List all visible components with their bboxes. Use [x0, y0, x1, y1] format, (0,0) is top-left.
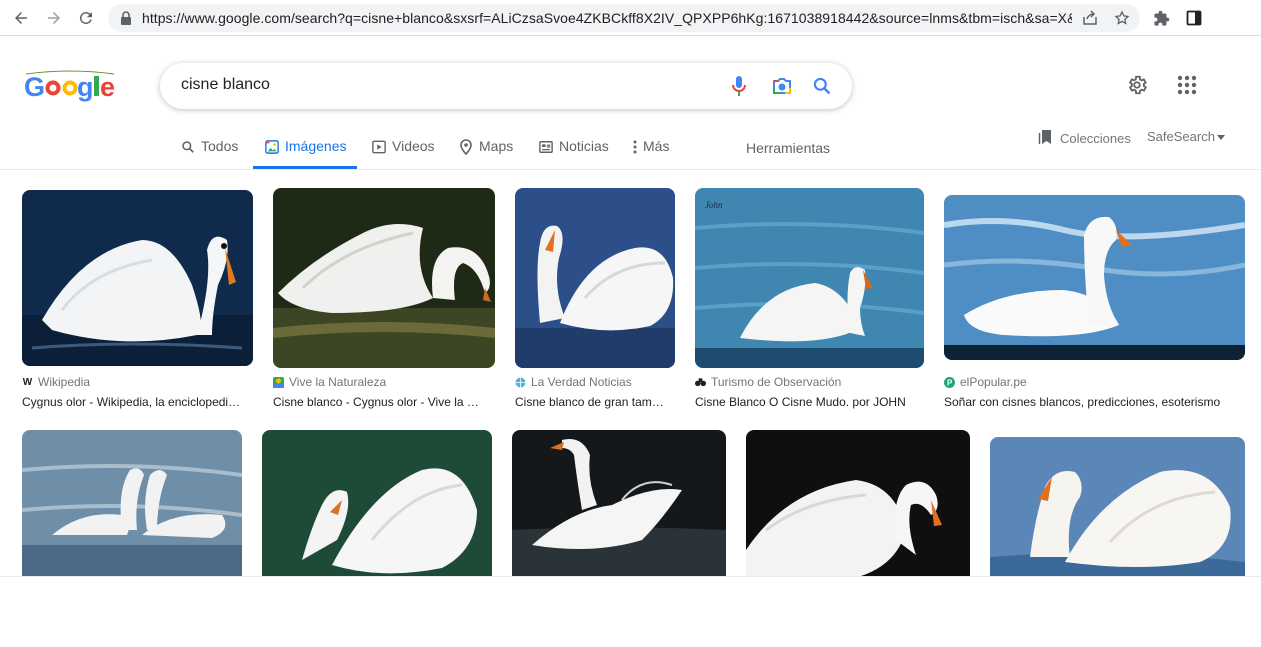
tab-label: Videos [392, 138, 435, 154]
svg-text:g: g [77, 72, 94, 102]
result-source[interactable]: W Wikipedia [22, 375, 90, 389]
result-source[interactable]: Turismo de Observación [695, 375, 841, 389]
result-thumbnail[interactable]: John [695, 188, 924, 368]
tab-label: Todos [201, 138, 239, 154]
source-label: Vive la Naturaleza [289, 375, 387, 389]
svg-text:John: John [705, 200, 723, 210]
image-result[interactable] [990, 437, 1245, 597]
bookmark-star-icon[interactable] [1112, 8, 1132, 28]
svg-text:G: G [24, 72, 45, 102]
safesearch-dropdown[interactable]: SafeSearch [1147, 129, 1225, 144]
result-thumbnail[interactable] [262, 430, 492, 590]
tab-imagenes[interactable]: Imágenes [253, 138, 358, 169]
result-source[interactable]: P elPopular.pe [944, 375, 1027, 389]
tab-videos[interactable]: Videos [371, 138, 435, 168]
result-title[interactable]: Cisne blanco - Cygnus olor - Vive la Nat… [273, 395, 487, 409]
image-result[interactable] [512, 430, 726, 590]
tab-mas[interactable]: Más [632, 138, 669, 168]
play-icon [371, 139, 387, 155]
caret-down-icon [1216, 129, 1225, 144]
source-label: Turismo de Observación [711, 375, 842, 389]
tab-noticias[interactable]: Noticias [538, 138, 609, 168]
source-label: La Verdad Noticias [531, 375, 632, 389]
image-result[interactable] [22, 430, 242, 590]
image-result[interactable] [746, 430, 970, 590]
source-label: Wikipedia [38, 375, 91, 389]
safesearch-label: SafeSearch [1147, 129, 1215, 144]
result-thumbnail[interactable] [22, 430, 242, 590]
newspaper-icon [538, 139, 554, 155]
binoculars-icon [695, 377, 706, 388]
site-favicon-icon: P [944, 376, 955, 388]
site-favicon-icon [273, 376, 284, 388]
url-text[interactable]: https://www.google.com/search?q=cisne+bl… [142, 10, 1072, 26]
result-thumbnail[interactable] [515, 188, 675, 368]
svg-text:P: P [947, 378, 953, 387]
result-title[interactable]: Cisne blanco de gran tamaño [515, 395, 667, 409]
google-doodle-logo[interactable]: G g e [24, 70, 116, 102]
search-input[interactable]: cisne blanco [181, 76, 270, 94]
result-thumbnail[interactable] [512, 430, 726, 590]
tab-label: Imágenes [285, 138, 347, 154]
forward-arrow-icon[interactable] [42, 6, 66, 30]
image-result[interactable]: La Verdad Noticias Cisne blanco de gran … [515, 188, 675, 415]
reload-icon[interactable] [74, 6, 98, 30]
result-thumbnail[interactable] [944, 195, 1245, 360]
lock-icon[interactable] [120, 11, 132, 25]
tab-todos[interactable]: Todos [180, 138, 238, 168]
result-thumbnail[interactable] [273, 188, 495, 368]
map-pin-icon [458, 139, 474, 155]
page-bottom-area [0, 576, 1261, 647]
share-icon[interactable] [1080, 8, 1100, 28]
source-label: elPopular.pe [960, 375, 1027, 389]
bookmarks-icon [1038, 129, 1053, 148]
tab-maps[interactable]: Maps [458, 138, 513, 168]
result-thumbnail[interactable] [990, 437, 1245, 597]
image-result[interactable] [262, 430, 492, 590]
image-result[interactable]: W Wikipedia Cygnus olor - Wikipedia, la … [22, 190, 253, 415]
more-vert-icon [632, 139, 638, 155]
camera-lens-icon[interactable] [770, 74, 794, 98]
svg-text:e: e [100, 72, 115, 102]
globe-icon [515, 377, 526, 388]
tab-label: Maps [479, 138, 514, 154]
result-thumbnail[interactable] [746, 430, 970, 590]
search-box[interactable]: cisne blanco [160, 63, 852, 109]
back-arrow-icon[interactable] [9, 6, 33, 30]
wikipedia-favicon-icon: W [22, 376, 33, 388]
collections-label: Colecciones [1060, 131, 1131, 146]
tab-label: Noticias [559, 138, 609, 154]
result-thumbnail[interactable] [22, 190, 253, 366]
image-result[interactable]: John Turismo de Observación Cisne Blanco… [695, 188, 924, 415]
search-tabs: Todos Imágenes Videos Maps Noticias Más … [0, 128, 1261, 170]
tab-label: Más [643, 138, 670, 154]
browser-toolbar: https://www.google.com/search?q=cisne+bl… [0, 0, 1261, 36]
result-title[interactable]: Cygnus olor - Wikipedia, la enciclopedia… [22, 395, 244, 409]
side-panel-icon[interactable] [1182, 6, 1206, 30]
settings-gear-icon[interactable] [1125, 73, 1149, 97]
tools-button[interactable]: Herramientas [746, 140, 830, 156]
search-icon [180, 139, 196, 155]
result-title[interactable]: Soñar con cisnes blancos, predicciones, … [944, 395, 1235, 409]
address-bar[interactable]: https://www.google.com/search?q=cisne+bl… [108, 4, 1140, 32]
image-result[interactable]: Vive la Naturaleza Cisne blanco - Cygnus… [273, 188, 495, 415]
search-icon[interactable] [810, 74, 834, 98]
image-result[interactable]: P elPopular.pe Soñar con cisnes blancos,… [944, 195, 1245, 415]
result-title[interactable]: Cisne Blanco O Cisne Mudo. por JOHN [695, 395, 916, 409]
collections-button[interactable]: Colecciones [1038, 129, 1131, 148]
extensions-puzzle-icon[interactable] [1149, 6, 1173, 30]
apps-grid-icon[interactable] [1175, 73, 1199, 97]
microphone-icon[interactable] [727, 74, 751, 98]
result-source[interactable]: La Verdad Noticias [515, 375, 632, 389]
image-icon [264, 139, 280, 155]
result-source[interactable]: Vive la Naturaleza [273, 375, 386, 389]
